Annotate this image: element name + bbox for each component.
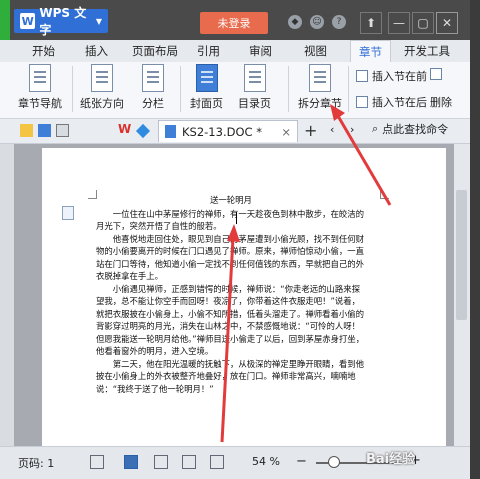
insert-section-icon (356, 70, 368, 82)
zoom-slider-handle[interactable] (328, 456, 340, 468)
columns-icon (142, 64, 164, 92)
minimize-button[interactable]: — (388, 12, 410, 34)
skin-icon[interactable]: ◆ (288, 15, 302, 29)
text-cursor (236, 212, 237, 224)
tab-page-layout[interactable]: 页面布局 (132, 43, 178, 59)
toc-page-icon (243, 64, 266, 92)
reading-view-icon[interactable] (182, 455, 196, 469)
margin-corner-mark (380, 190, 389, 199)
save-icon[interactable] (38, 124, 51, 137)
login-button[interactable]: 未登录 (200, 12, 268, 34)
watermark: Bai经验 (366, 452, 416, 467)
chevron-down-icon[interactable] (74, 124, 93, 137)
paragraph: 第二天，他在阳光温暖的抚触下，从极深的禅定里睁开眼睛，看到他披在小偷身上的外衣被… (96, 358, 365, 394)
split-chapter-button[interactable]: 拆分章节 (298, 64, 342, 111)
paragraph: 他喜悦地走回住处，眼见到自己的茅屋遭到小偷光顾，找不到任何财物的小偷要离开的时候… (96, 233, 365, 282)
divider (180, 66, 181, 112)
tab-insert[interactable]: 插入 (85, 43, 108, 59)
fullscreen-icon[interactable] (90, 455, 104, 469)
split-chapter-label: 拆分章节 (298, 97, 342, 110)
title-bar: W WPS 文字 ▼ 未登录 ◆ ☺ ? ⬆ — ▢ ✕ (0, 0, 470, 40)
wps-logo-icon[interactable]: W (118, 122, 131, 136)
wps-window: W WPS 文字 ▼ 未登录 ◆ ☺ ? ⬆ — ▢ ✕ 开始 插入 页面布局 … (0, 0, 470, 479)
web-view-icon[interactable] (210, 455, 224, 469)
doc-file-icon (165, 125, 176, 138)
cover-page-button[interactable]: 封面页 (190, 64, 223, 111)
help-icon[interactable]: ? (332, 15, 346, 29)
insert-section-icon (356, 96, 368, 108)
app-menu-button[interactable]: W WPS 文字 ▼ (14, 6, 108, 37)
settings-icon[interactable]: ☺ (310, 15, 324, 29)
document-tab[interactable]: KS2-13.DOC * × (158, 120, 298, 142)
restore-ribbon-button[interactable]: ⬆ (360, 12, 382, 34)
close-icon[interactable]: × (281, 125, 291, 139)
maximize-button[interactable]: ▢ (412, 12, 434, 34)
page-indicator[interactable]: 页码: 1 (18, 455, 54, 471)
document-text[interactable]: 送一轮明月 一位住在山中茅屋修行的禅师，有一天趁夜色到林中散步，在皎洁的月光下，… (96, 194, 366, 395)
taskbar-edge (0, 0, 10, 40)
tab-view[interactable]: 视图 (304, 43, 327, 59)
insert-section-after-button[interactable]: 插入节在后 (356, 94, 427, 110)
tab-home[interactable]: 开始 (32, 43, 55, 59)
delete-icon (430, 68, 442, 80)
close-button[interactable]: ✕ (436, 12, 458, 34)
chapter-nav-button[interactable]: 章节导航 (18, 64, 62, 111)
document-tab-name: KS2-13.DOC * (182, 124, 262, 139)
insert-section-before-button[interactable]: 插入节在前 (356, 68, 427, 84)
search-icon: ⌕ (372, 122, 379, 135)
wps-logo-icon: W (20, 13, 36, 29)
columns-label: 分栏 (142, 97, 164, 110)
print-icon[interactable] (56, 124, 69, 137)
app-name: WPS 文字 (39, 6, 87, 37)
cover-page-icon (195, 64, 218, 92)
tab-nav-right-icon[interactable]: › (350, 123, 354, 136)
tab-references[interactable]: 引用 (197, 43, 220, 59)
paragraph: 小偷遇见禅师，正感到错愕的时候，禅师说：“你走老远的山路来探望我，总不能让你空手… (96, 283, 365, 357)
tab-developer[interactable]: 开发工具 (404, 43, 450, 59)
paper-direction-icon (91, 64, 113, 92)
tab-nav-left-icon[interactable]: ‹ (330, 123, 334, 136)
tab-review[interactable]: 审阅 (249, 43, 272, 59)
chapter-nav-icon (29, 64, 51, 92)
page-marker-icon[interactable] (62, 206, 74, 220)
document-tab-bar: W KS2-13.DOC * × + ‹ › ⌕ 点此查找命令 (0, 119, 470, 144)
zoom-level[interactable]: 54 % (252, 455, 280, 468)
document-title: 送一轮明月 (210, 195, 252, 205)
divider (288, 66, 289, 112)
chevron-down-icon: ▼ (95, 16, 102, 26)
chapter-nav-label: 章节导航 (18, 97, 62, 110)
paper-direction-label: 纸张方向 (80, 97, 124, 110)
command-search[interactable]: ⌕ 点此查找命令 (372, 121, 448, 137)
vertical-scrollbar[interactable] (454, 144, 470, 446)
cube-icon[interactable] (135, 123, 151, 139)
command-search-label: 点此查找命令 (382, 123, 449, 136)
columns-button[interactable]: 分栏 (142, 64, 164, 111)
divider (348, 66, 349, 112)
delete-button[interactable] (430, 68, 446, 80)
delete-label: 删除 (430, 96, 452, 109)
toc-page-label: 目录页 (238, 97, 271, 110)
outline-view-icon[interactable] (154, 455, 168, 469)
insert-section-before-label: 插入节在前 (372, 70, 427, 83)
ribbon-tabs: 开始 插入 页面布局 引用 审阅 视图 章节 开发工具 (0, 40, 470, 63)
page-view-icon[interactable] (124, 455, 138, 469)
delete-section-button[interactable]: 删除 (430, 94, 452, 110)
divider (72, 66, 73, 112)
toc-page-button[interactable]: 目录页 (238, 64, 271, 111)
tab-chapter[interactable]: 章节 (350, 40, 391, 63)
new-tab-icon[interactable]: + (304, 121, 317, 140)
scroll-thumb[interactable] (456, 190, 467, 320)
ribbon-chapter: 章节导航 纸张方向 分栏 封面页 目录页 拆分章节 插入节在前 插入节在后 删除 (0, 62, 470, 119)
window-shadow-edge (470, 0, 480, 479)
left-gutter (0, 144, 14, 446)
paragraph: 一位住在山中茅屋修行的禅师，有一天趁夜色到林中散步，在皎洁的月光下，突然开悟了自… (96, 208, 365, 232)
insert-section-after-label: 插入节在后 (372, 96, 427, 109)
open-folder-icon[interactable] (20, 124, 33, 137)
paper-direction-button[interactable]: 纸张方向 (80, 64, 124, 111)
cover-page-label: 封面页 (190, 97, 223, 110)
split-chapter-icon (309, 64, 331, 92)
zoom-out-icon[interactable]: − (296, 454, 307, 469)
